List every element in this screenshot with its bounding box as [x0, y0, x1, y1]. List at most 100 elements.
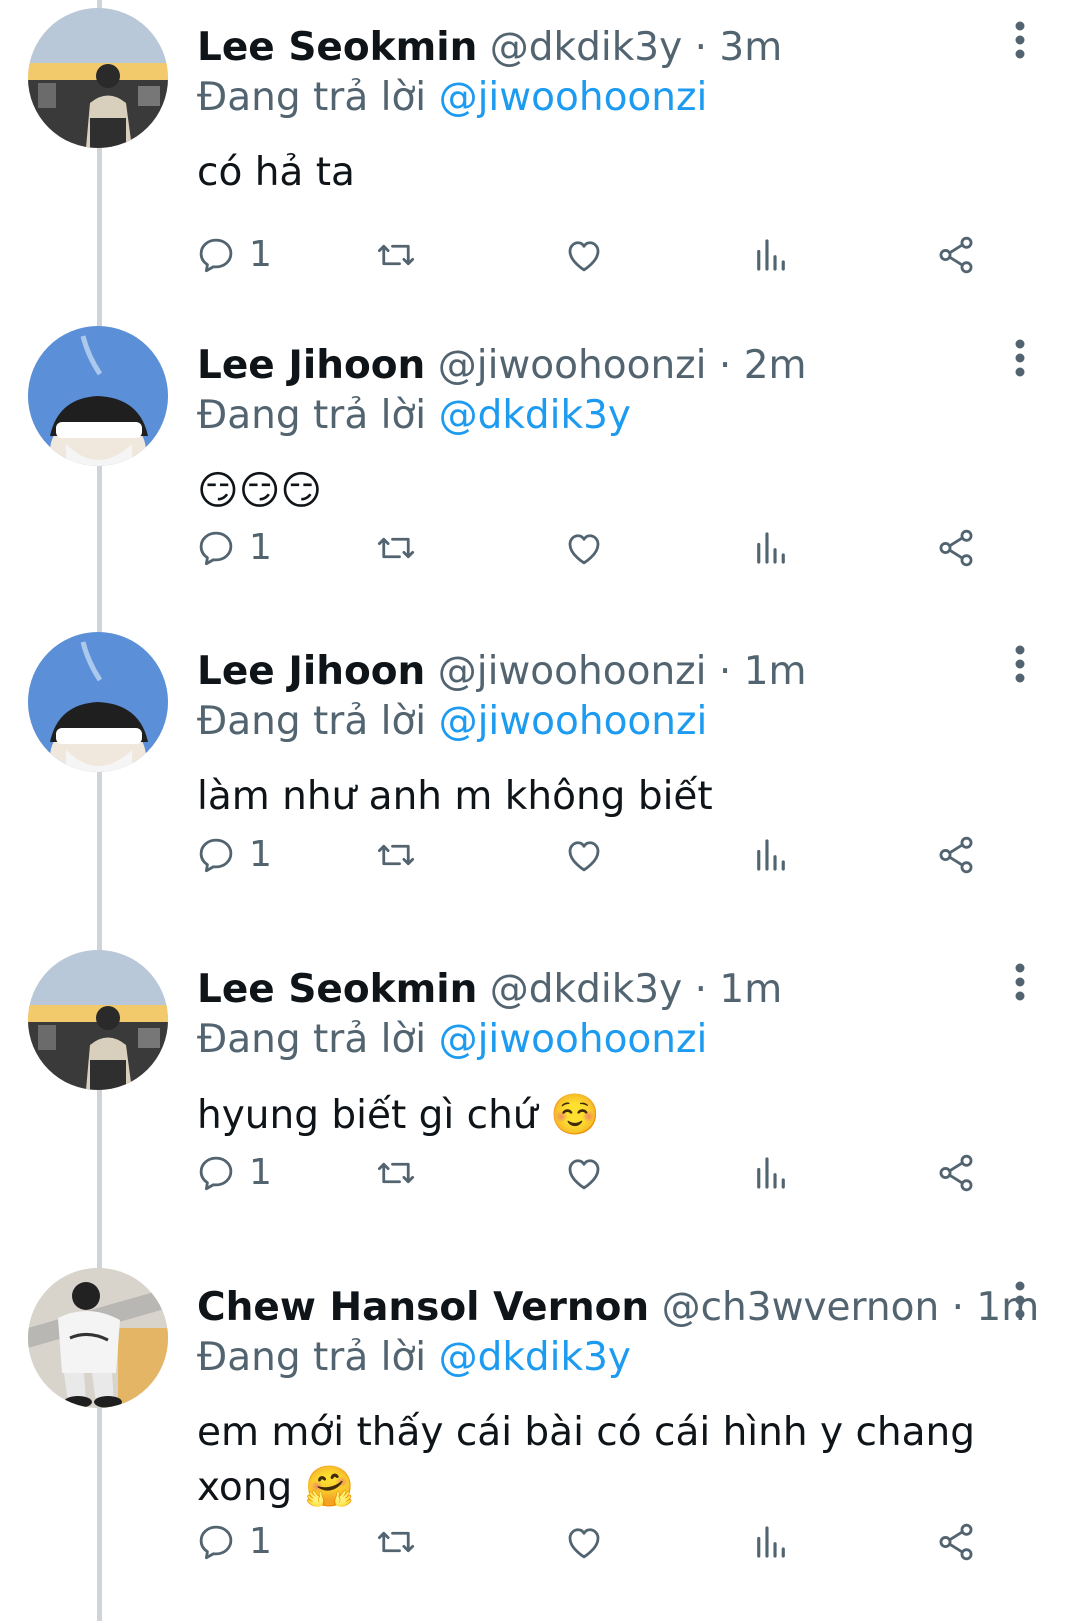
replying-to: Đang trả lời @dkdik3y	[197, 392, 631, 440]
author-handle[interactable]: @dkdik3y	[490, 25, 682, 70]
more-icon[interactable]	[1010, 18, 1030, 68]
like-button[interactable]	[563, 1517, 605, 1567]
tweet-emoji: 😏😏😏	[197, 468, 323, 514]
like-button[interactable]	[563, 1148, 605, 1198]
tweet-text-content: làm như anh m không biết	[197, 774, 713, 819]
author-name[interactable]: Chew Hansol Vernon	[197, 1285, 649, 1330]
reply-count: 1	[249, 1152, 272, 1193]
tweet-header: Lee Seokmin @dkdik3y · 3m	[197, 24, 987, 72]
author-name[interactable]: Lee Seokmin	[197, 967, 477, 1012]
avatar[interactable]	[28, 632, 168, 772]
replying-to-label: Đang trả lời	[197, 75, 427, 120]
avatar-image-sunset-rooftop	[28, 8, 168, 148]
reply-button[interactable]: 1	[195, 230, 272, 280]
more-icon[interactable]	[1010, 1278, 1030, 1328]
share-icon	[939, 529, 973, 567]
tweet[interactable]: Lee Seokmin @dkdik3y · 1m Đang trả lời @…	[0, 942, 1080, 1242]
tweet[interactable]: Lee Jihoon @jiwoohoonzi · 2m Đang trả lờ…	[0, 318, 1080, 618]
author-name[interactable]: Lee Jihoon	[197, 649, 425, 694]
like-icon	[568, 534, 600, 565]
retweet-icon	[377, 537, 415, 559]
tweet-text-content: hyung biết gì chứ	[197, 1093, 538, 1138]
reply-button[interactable]: 1	[195, 523, 272, 573]
tweet-text: làm như anh m không biết	[197, 770, 1057, 824]
replying-to-handle[interactable]: @jiwoohoonzi	[439, 1017, 708, 1062]
avatar-image-stairs-photo	[28, 1268, 168, 1408]
retweet-button[interactable]	[375, 1517, 417, 1567]
retweet-button[interactable]	[375, 1148, 417, 1198]
views-button[interactable]	[750, 1517, 792, 1567]
action-bar: 1	[195, 523, 1015, 573]
timestamp[interactable]: 1m	[744, 649, 807, 694]
timestamp[interactable]: 3m	[719, 25, 782, 70]
replying-to: Đang trả lời @jiwoohoonzi	[197, 698, 707, 746]
replying-to-handle[interactable]: @dkdik3y	[439, 393, 631, 438]
views-button[interactable]	[750, 523, 792, 573]
avatar-image-sunset-rooftop	[28, 950, 168, 1090]
tweet[interactable]: Chew Hansol Vernon @ch3wvernon · 1m Đang…	[0, 1260, 1080, 1621]
reply-icon	[199, 531, 233, 566]
reply-button[interactable]: 1	[195, 1148, 272, 1198]
retweet-icon	[377, 244, 415, 266]
views-button[interactable]	[750, 830, 792, 880]
views-icon	[757, 239, 785, 271]
author-handle[interactable]: @jiwoohoonzi	[438, 649, 707, 694]
author-name[interactable]: Lee Seokmin	[197, 25, 477, 70]
replying-to-label: Đang trả lời	[197, 393, 427, 438]
tweet[interactable]: Lee Jihoon @jiwoohoonzi · 1m Đang trả lờ…	[0, 624, 1080, 924]
share-button[interactable]	[935, 230, 977, 280]
reply-count: 1	[249, 234, 272, 275]
like-icon	[568, 1528, 600, 1559]
share-button[interactable]	[935, 1517, 977, 1567]
replying-to-label: Đang trả lời	[197, 699, 427, 744]
avatar[interactable]	[28, 1268, 168, 1408]
retweet-button[interactable]	[375, 230, 417, 280]
reply-icon	[199, 238, 233, 273]
replying-to-label: Đang trả lời	[197, 1017, 427, 1062]
replying-to: Đang trả lời @jiwoohoonzi	[197, 74, 707, 122]
share-button[interactable]	[935, 523, 977, 573]
more-icon[interactable]	[1010, 960, 1030, 1010]
replying-to-handle[interactable]: @dkdik3y	[439, 1335, 631, 1380]
timestamp[interactable]: 1m	[719, 967, 782, 1012]
tweet[interactable]: Lee Seokmin @dkdik3y · 3m Đang trả lời @…	[0, 0, 1080, 300]
tweet-header: Chew Hansol Vernon @ch3wvernon · 1m	[197, 1284, 1039, 1332]
like-button[interactable]	[563, 523, 605, 573]
action-bar: 1	[195, 1148, 1015, 1198]
retweet-button[interactable]	[375, 523, 417, 573]
tweet-text: em mới thấy cái bài có cái hình y chang …	[197, 1406, 1057, 1515]
share-icon	[939, 836, 973, 874]
more-icon[interactable]	[1010, 336, 1030, 386]
share-button[interactable]	[935, 1148, 977, 1198]
like-button[interactable]	[563, 830, 605, 880]
author-handle[interactable]: @jiwoohoonzi	[438, 343, 707, 388]
replying-to-handle[interactable]: @jiwoohoonzi	[439, 699, 708, 744]
avatar-image-sky-selfie	[28, 632, 168, 772]
like-button[interactable]	[563, 230, 605, 280]
tweet-text: có hả ta	[197, 146, 1057, 200]
share-icon	[939, 236, 973, 274]
views-button[interactable]	[750, 230, 792, 280]
tweet-text: 😏😏😏	[197, 464, 1057, 519]
reply-button[interactable]: 1	[195, 830, 272, 880]
retweet-button[interactable]	[375, 830, 417, 880]
views-button[interactable]	[750, 1148, 792, 1198]
reply-button[interactable]: 1	[195, 1517, 272, 1567]
share-button[interactable]	[935, 830, 977, 880]
replying-to-label: Đang trả lời	[197, 1335, 427, 1380]
author-handle[interactable]: @dkdik3y	[490, 967, 682, 1012]
views-icon	[757, 839, 785, 871]
replying-to-handle[interactable]: @jiwoohoonzi	[439, 75, 708, 120]
avatar[interactable]	[28, 326, 168, 466]
author-name[interactable]: Lee Jihoon	[197, 343, 425, 388]
like-icon	[568, 1159, 600, 1190]
timestamp[interactable]: 2m	[744, 343, 807, 388]
more-icon[interactable]	[1010, 642, 1030, 692]
separator-dot: ·	[718, 343, 732, 388]
reply-icon	[199, 838, 233, 873]
author-handle[interactable]: @ch3wvernon	[662, 1285, 940, 1330]
reply-count: 1	[249, 1521, 272, 1562]
avatar[interactable]	[28, 8, 168, 148]
avatar[interactable]	[28, 950, 168, 1090]
separator-dot: ·	[694, 25, 708, 70]
